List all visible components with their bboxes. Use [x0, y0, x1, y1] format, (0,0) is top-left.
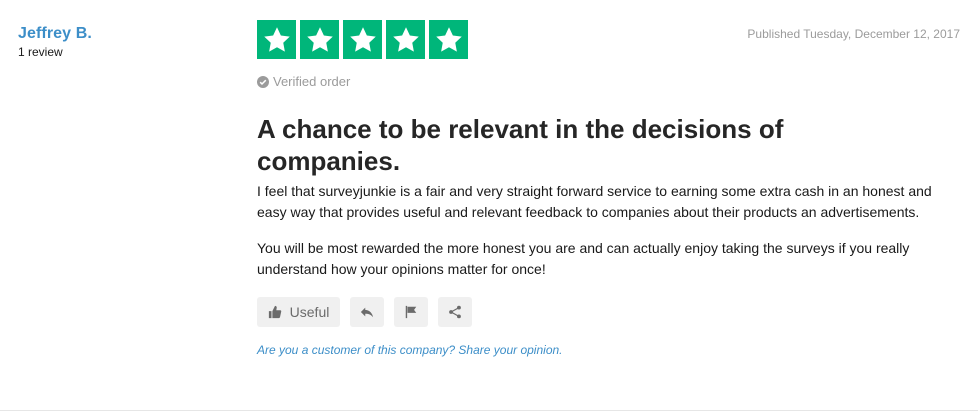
reply-button[interactable] [350, 297, 384, 327]
share-icon [448, 305, 462, 319]
published-date: Published Tuesday, December 12, 2017 [747, 27, 960, 41]
star-icon [300, 20, 339, 59]
review-body: I feel that surveyjunkie is a fair and v… [257, 181, 957, 295]
star-icon [429, 20, 468, 59]
review-actions: Useful [257, 297, 472, 327]
check-circle-icon [257, 75, 269, 88]
star-rating [257, 20, 468, 59]
verified-label: Verified order [273, 74, 351, 89]
reviewer-info: Jeffrey B. 1 review [18, 25, 92, 59]
star-icon [386, 20, 425, 59]
review-paragraph: You will be most rewarded the more hones… [257, 240, 910, 277]
thumbs-up-icon [268, 305, 282, 319]
divider [0, 410, 978, 411]
flag-button[interactable] [394, 297, 428, 327]
share-opinion-link[interactable]: Are you a customer of this company? Shar… [257, 343, 563, 357]
useful-button[interactable]: Useful [257, 297, 340, 327]
share-button[interactable] [438, 297, 472, 327]
reviewer-review-count: 1 review [18, 45, 63, 59]
review-paragraph: I feel that surveyjunkie is a fair and v… [257, 183, 932, 220]
reviewer-name-link[interactable]: Jeffrey B. [18, 25, 92, 43]
reply-icon [360, 305, 374, 319]
star-icon [257, 20, 296, 59]
useful-label: Useful [289, 304, 330, 320]
flag-icon [404, 305, 418, 319]
review-title: A chance to be relevant in the decisions… [257, 114, 784, 176]
star-icon [343, 20, 382, 59]
verified-badge: Verified order [257, 74, 350, 89]
